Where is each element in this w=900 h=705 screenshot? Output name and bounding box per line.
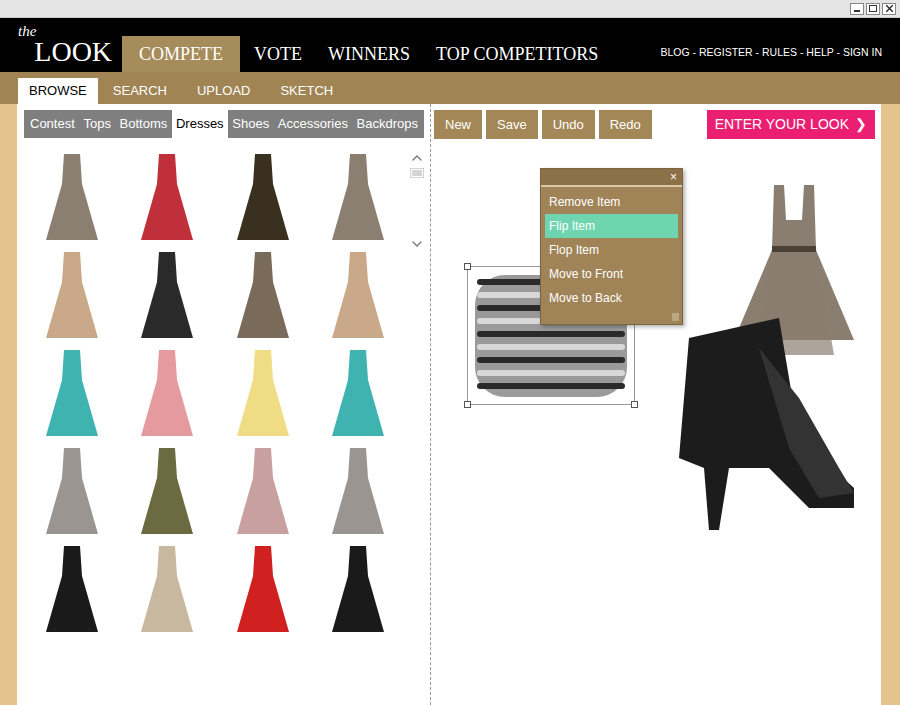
close-button[interactable] bbox=[882, 3, 896, 15]
menu-item[interactable]: Move to Front bbox=[545, 262, 678, 286]
product-item[interactable] bbox=[120, 442, 216, 540]
boot-icon bbox=[659, 318, 859, 532]
header: theLOOKCOMPETEVOTEWINNERSTOP COMPETITORS… bbox=[0, 18, 900, 72]
nav-item[interactable]: VOTE bbox=[242, 36, 314, 72]
canvas-panel: NewSaveUndoRedo ENTER YOUR LOOK❯ × Remove I… bbox=[431, 104, 881, 705]
product-item[interactable] bbox=[120, 148, 216, 246]
resize-handle[interactable] bbox=[631, 401, 638, 408]
dress-thumbnail bbox=[139, 446, 195, 536]
scroll-up-icon[interactable] bbox=[409, 150, 425, 166]
product-item[interactable] bbox=[24, 246, 120, 344]
menu-item[interactable]: Move to Back bbox=[545, 286, 678, 310]
toolbar-button[interactable]: Save bbox=[486, 110, 538, 139]
dress-thumbnail bbox=[330, 348, 386, 438]
dress-thumbnail bbox=[330, 250, 386, 340]
product-item[interactable] bbox=[215, 148, 311, 246]
subtab-bar: BROWSESEARCHUPLOADSKETCH bbox=[0, 72, 900, 104]
subtab[interactable]: UPLOAD bbox=[182, 78, 265, 104]
divider bbox=[430, 104, 431, 705]
dress-thumbnail bbox=[44, 348, 100, 438]
toolbar-button[interactable]: Undo bbox=[542, 110, 595, 139]
subtab[interactable]: SKETCH bbox=[265, 78, 348, 104]
product-item[interactable] bbox=[24, 540, 120, 638]
dress-thumbnail bbox=[235, 348, 291, 438]
nav-item[interactable]: COMPETE bbox=[122, 36, 240, 72]
toolbar: NewSaveUndoRedo ENTER YOUR LOOK❯ bbox=[431, 104, 881, 139]
product-item[interactable] bbox=[311, 246, 407, 344]
dress-thumbnail bbox=[235, 446, 291, 536]
title-bar bbox=[0, 0, 900, 18]
product-item[interactable] bbox=[311, 540, 407, 638]
dress-thumbnail bbox=[139, 348, 195, 438]
canvas-boot[interactable] bbox=[659, 318, 859, 532]
dress-thumbnail bbox=[235, 152, 291, 242]
scroll-down-icon[interactable] bbox=[409, 236, 425, 252]
category-tab[interactable]: Backdrops bbox=[353, 110, 422, 138]
dress-thumbnail bbox=[44, 446, 100, 536]
dress-thumbnail bbox=[235, 250, 291, 340]
product-item[interactable] bbox=[215, 442, 311, 540]
utility-links[interactable]: BLOG - REGISTER - RULES - HELP - SIGN IN bbox=[660, 45, 900, 72]
resize-grip-icon[interactable] bbox=[671, 313, 680, 322]
scroll-grip-icon[interactable] bbox=[410, 168, 424, 178]
category-tab[interactable]: Bottoms bbox=[116, 110, 172, 138]
menu-header: × bbox=[541, 169, 682, 187]
category-tab[interactable]: Contest bbox=[26, 110, 79, 138]
product-item[interactable] bbox=[24, 148, 120, 246]
logo-small: the bbox=[18, 20, 36, 43]
restore-icon bbox=[869, 5, 877, 12]
logo[interactable]: theLOOK bbox=[0, 18, 122, 72]
subtab[interactable]: SEARCH bbox=[98, 78, 182, 104]
minimize-icon bbox=[854, 10, 860, 12]
product-item[interactable] bbox=[24, 344, 120, 442]
context-menu: × Remove ItemFlip ItemFlop ItemMove to Fr… bbox=[540, 168, 683, 325]
subtab[interactable]: BROWSE bbox=[18, 78, 98, 104]
main-area: ContestTopsBottomsDressesShoesAccessorie… bbox=[0, 104, 900, 705]
menu-item[interactable]: Flip Item bbox=[545, 214, 678, 238]
product-item[interactable] bbox=[120, 246, 216, 344]
nav-item[interactable]: WINNERS bbox=[316, 36, 422, 72]
category-tab[interactable]: Accessories bbox=[274, 110, 352, 138]
dress-thumbnail bbox=[330, 446, 386, 536]
dress-thumbnail bbox=[139, 250, 195, 340]
dress-thumbnail bbox=[44, 152, 100, 242]
category-tab[interactable]: Shoes bbox=[228, 110, 273, 138]
dress-thumbnail bbox=[330, 544, 386, 634]
resize-handle[interactable] bbox=[464, 401, 471, 408]
dress-thumbnail bbox=[330, 152, 386, 242]
toolbar-button[interactable]: Redo bbox=[599, 110, 652, 139]
product-item[interactable] bbox=[215, 246, 311, 344]
product-item[interactable] bbox=[120, 540, 216, 638]
product-grid bbox=[24, 148, 406, 638]
app: theLOOKCOMPETEVOTEWINNERSTOP COMPETITORS… bbox=[0, 0, 900, 705]
category-tab[interactable]: Tops bbox=[79, 110, 114, 138]
product-item[interactable] bbox=[311, 344, 407, 442]
dress-thumbnail bbox=[139, 544, 195, 634]
product-item[interactable] bbox=[120, 344, 216, 442]
nav-item[interactable]: TOP COMPETITORS bbox=[424, 36, 610, 72]
dress-thumbnail bbox=[235, 544, 291, 634]
menu-item[interactable]: Flop Item bbox=[545, 238, 678, 262]
dress-thumbnail bbox=[44, 544, 100, 634]
product-item[interactable] bbox=[215, 344, 311, 442]
toolbar-button[interactable]: New bbox=[434, 110, 482, 139]
product-item[interactable] bbox=[24, 442, 120, 540]
logo-large: LOOK bbox=[34, 38, 112, 66]
resize-handle[interactable] bbox=[464, 263, 471, 270]
browse-panel: ContestTopsBottomsDressesShoesAccessorie… bbox=[17, 104, 430, 705]
restore-button[interactable] bbox=[866, 3, 880, 15]
product-item[interactable] bbox=[311, 442, 407, 540]
enter-look-button[interactable]: ENTER YOUR LOOK❯ bbox=[707, 110, 875, 139]
category-tab[interactable]: Dresses bbox=[172, 110, 228, 138]
product-item[interactable] bbox=[215, 540, 311, 638]
dress-thumbnail bbox=[44, 250, 100, 340]
scroll-controls bbox=[406, 148, 428, 638]
product-item[interactable] bbox=[311, 148, 407, 246]
menu-close[interactable]: × bbox=[670, 171, 677, 183]
menu-item[interactable]: Remove Item bbox=[545, 190, 678, 214]
minimize-button[interactable] bbox=[850, 3, 864, 15]
close-icon bbox=[886, 5, 893, 12]
category-tabs: ContestTopsBottomsDressesShoesAccessorie… bbox=[24, 110, 424, 138]
dress-thumbnail bbox=[139, 152, 195, 242]
